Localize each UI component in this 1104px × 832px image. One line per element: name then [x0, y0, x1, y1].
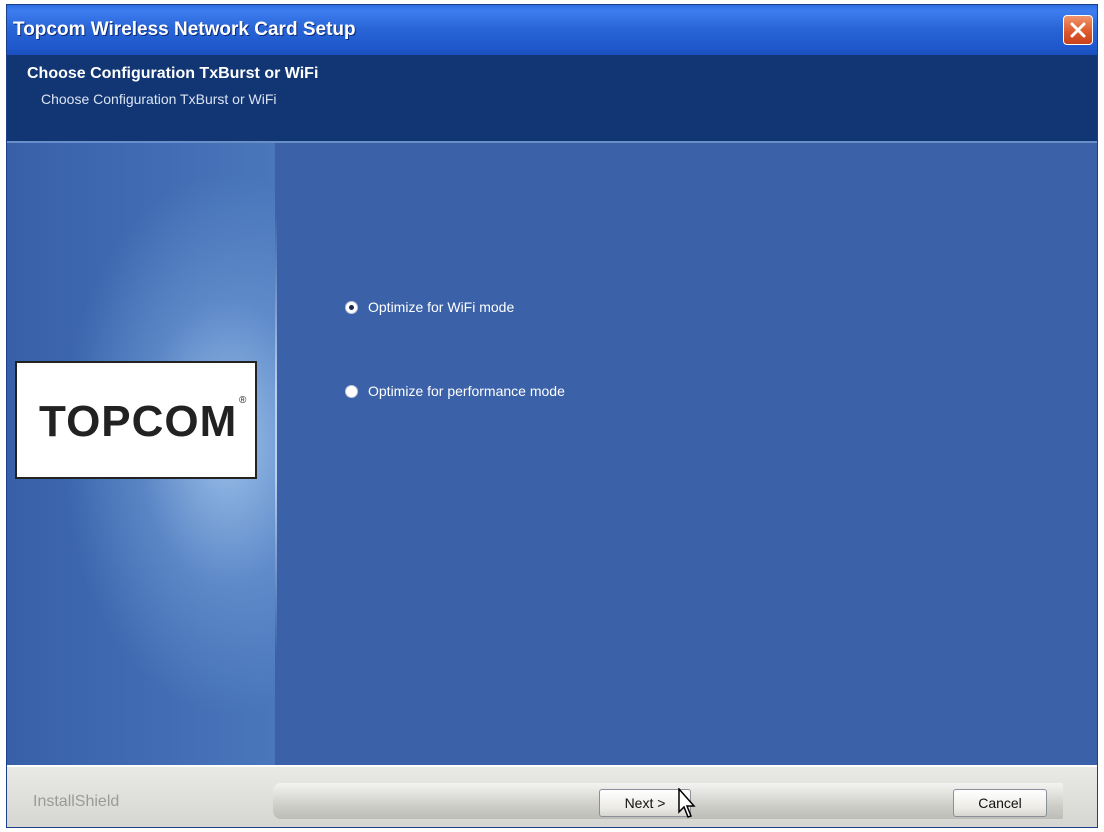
- close-icon: [1070, 22, 1086, 38]
- registered-mark: ®: [239, 395, 247, 406]
- cancel-button[interactable]: Cancel: [953, 789, 1047, 817]
- step-title: Choose Configuration TxBurst or WiFi: [27, 65, 319, 82]
- mouse-cursor-icon: [678, 788, 696, 818]
- topcom-logo: TOPCOM ®: [15, 361, 257, 479]
- step-subtitle: Choose Configuration TxBurst or WiFi: [41, 91, 277, 107]
- window-title: Topcom Wireless Network Card Setup: [13, 19, 356, 40]
- option-wifi-mode[interactable]: Optimize for WiFi mode: [345, 299, 514, 315]
- wizard-content: TOPCOM ® Optimize for WiFi mode Optimize…: [7, 143, 1097, 765]
- option-label: Optimize for performance mode: [368, 383, 565, 399]
- option-label: Optimize for WiFi mode: [368, 299, 515, 315]
- wizard-header: Choose Configuration TxBurst or WiFi Cho…: [7, 55, 1097, 143]
- radio-selected-icon[interactable]: [345, 300, 358, 314]
- logo-text: TOPCOM: [39, 397, 238, 446]
- close-button[interactable]: [1063, 15, 1093, 45]
- sidebar-graphic: TOPCOM ®: [7, 143, 275, 765]
- sidebar-divider: [275, 213, 277, 653]
- title-bar[interactable]: Topcom Wireless Network Card Setup: [7, 5, 1097, 55]
- radio-unselected-icon[interactable]: [345, 384, 358, 398]
- installshield-brand: InstallShield: [33, 793, 120, 810]
- wizard-footer: InstallShield Next > Cancel: [7, 765, 1097, 827]
- option-performance-mode[interactable]: Optimize for performance mode: [345, 383, 565, 399]
- setup-window: Topcom Wireless Network Card Setup Choos…: [6, 4, 1098, 828]
